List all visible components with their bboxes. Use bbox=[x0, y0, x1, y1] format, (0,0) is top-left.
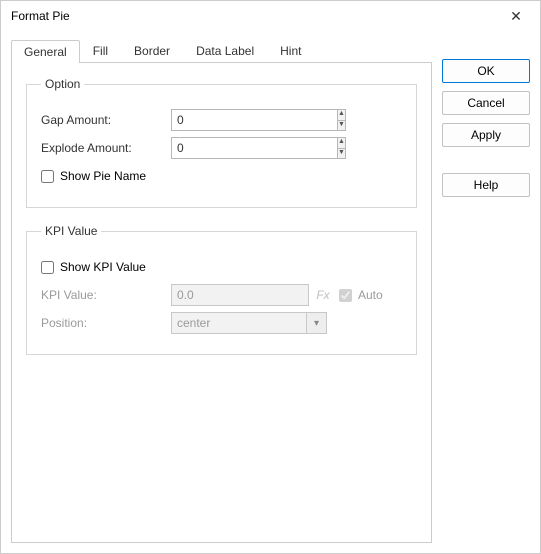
dialog-title: Format Pie bbox=[11, 9, 500, 23]
explode-amount-input[interactable] bbox=[171, 137, 337, 159]
tab-general[interactable]: General bbox=[11, 40, 80, 63]
explode-amount-steppers: ▲ ▼ bbox=[337, 137, 346, 159]
auto-checkbox[interactable] bbox=[339, 289, 352, 302]
auto-checkbox-wrap[interactable]: Auto bbox=[339, 288, 383, 302]
gap-amount-steppers: ▲ ▼ bbox=[337, 109, 346, 131]
cancel-button[interactable]: Cancel bbox=[442, 91, 530, 115]
tab-strip: General Fill Border Data Label Hint bbox=[11, 39, 432, 62]
show-kpi-label: Show KPI Value bbox=[60, 260, 146, 274]
position-select[interactable]: ▾ bbox=[171, 312, 327, 334]
option-group: Option Gap Amount: ▲ ▼ Explode Amount: bbox=[26, 77, 417, 208]
dialog-body: General Fill Border Data Label Hint Opti… bbox=[1, 31, 540, 553]
gap-amount-label: Gap Amount: bbox=[41, 113, 171, 127]
explode-amount-up-icon[interactable]: ▲ bbox=[337, 137, 346, 148]
position-row: Position: ▾ bbox=[41, 312, 402, 334]
show-kpi-checkbox-wrap[interactable]: Show KPI Value bbox=[41, 260, 146, 274]
gap-amount-input[interactable] bbox=[171, 109, 337, 131]
ok-button[interactable]: OK bbox=[442, 59, 530, 83]
show-pie-name-label: Show Pie Name bbox=[60, 169, 146, 183]
position-input[interactable] bbox=[171, 312, 327, 334]
kpi-group: KPI Value Show KPI Value KPI Value: Fx bbox=[26, 224, 417, 355]
explode-amount-row: Explode Amount: ▲ ▼ bbox=[41, 137, 402, 159]
kpi-value-input[interactable] bbox=[171, 284, 309, 306]
titlebar: Format Pie ✕ bbox=[1, 1, 540, 31]
explode-amount-spinner: ▲ ▼ bbox=[171, 137, 275, 159]
gap-amount-row: Gap Amount: ▲ ▼ bbox=[41, 109, 402, 131]
kpi-legend: KPI Value bbox=[41, 224, 101, 238]
show-kpi-row: Show KPI Value bbox=[41, 256, 402, 278]
format-pie-dialog: Format Pie ✕ General Fill Border Data La… bbox=[0, 0, 541, 554]
button-spacer bbox=[442, 155, 530, 165]
gap-amount-down-icon[interactable]: ▼ bbox=[337, 120, 346, 132]
tab-border[interactable]: Border bbox=[121, 39, 183, 62]
show-pie-name-checkbox-wrap[interactable]: Show Pie Name bbox=[41, 169, 146, 183]
show-pie-name-row: Show Pie Name bbox=[41, 165, 402, 187]
chevron-down-icon[interactable]: ▾ bbox=[306, 313, 326, 333]
fx-icon[interactable]: Fx bbox=[313, 288, 333, 302]
option-legend: Option bbox=[41, 77, 84, 91]
tab-data-label[interactable]: Data Label bbox=[183, 39, 267, 62]
explode-amount-label: Explode Amount: bbox=[41, 141, 171, 155]
show-pie-name-checkbox[interactable] bbox=[41, 170, 54, 183]
button-column: OK Cancel Apply Help bbox=[442, 39, 530, 543]
tab-fill[interactable]: Fill bbox=[80, 39, 121, 62]
tab-panel-general: Option Gap Amount: ▲ ▼ Explode Amount: bbox=[11, 62, 432, 543]
tab-hint[interactable]: Hint bbox=[267, 39, 314, 62]
show-kpi-checkbox[interactable] bbox=[41, 261, 54, 274]
apply-button[interactable]: Apply bbox=[442, 123, 530, 147]
kpi-value-row: KPI Value: Fx Auto bbox=[41, 284, 402, 306]
help-button[interactable]: Help bbox=[442, 173, 530, 197]
content-area: General Fill Border Data Label Hint Opti… bbox=[11, 39, 432, 543]
kpi-value-label: KPI Value: bbox=[41, 288, 171, 302]
close-icon[interactable]: ✕ bbox=[500, 8, 532, 25]
explode-amount-down-icon[interactable]: ▼ bbox=[337, 148, 346, 160]
auto-label: Auto bbox=[358, 288, 383, 302]
gap-amount-up-icon[interactable]: ▲ bbox=[337, 109, 346, 120]
position-label: Position: bbox=[41, 316, 171, 330]
gap-amount-spinner: ▲ ▼ bbox=[171, 109, 275, 131]
